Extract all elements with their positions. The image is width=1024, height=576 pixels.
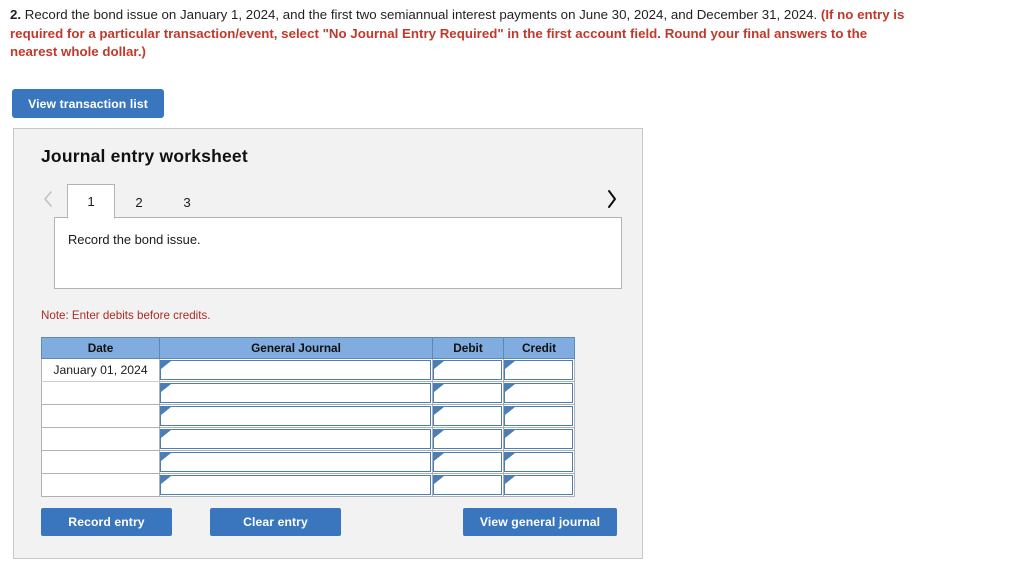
general-journal-cell[interactable] [159,404,433,428]
debit-cell[interactable] [432,450,504,474]
date-cell[interactable] [41,450,160,474]
worksheet-tab-3-label: 3 [183,194,191,210]
debit-input[interactable] [433,475,502,495]
table-header-row: Date General Journal Debit Credit [41,337,575,359]
credit-input[interactable] [504,452,573,472]
debit-cell[interactable] [432,381,504,405]
transaction-description-box: Record the bond issue. [54,217,622,289]
debit-cell[interactable] [432,404,504,428]
chevron-right-icon[interactable] [600,185,622,213]
question-prompt: 2. Record the bond issue on January 1, 2… [10,6,910,62]
date-cell[interactable] [41,381,160,405]
view-general-journal-button[interactable]: View general journal [463,508,617,536]
date-cell[interactable]: January 01, 2024 [41,358,160,382]
table-row [41,404,575,428]
column-header-credit: Credit [503,337,575,359]
general-journal-input[interactable] [160,475,431,495]
column-header-date: Date [41,337,160,359]
debit-input[interactable] [433,383,502,403]
credit-cell[interactable] [503,381,575,405]
table-row [41,450,575,474]
general-journal-input[interactable] [160,429,431,449]
debit-cell[interactable] [432,427,504,451]
debits-before-credits-note: Note: Enter debits before credits. [41,309,211,322]
view-transaction-list-button[interactable]: View transaction list [12,89,164,118]
general-journal-cell[interactable] [159,450,433,474]
debit-input[interactable] [433,452,502,472]
credit-input[interactable] [504,429,573,449]
journal-entry-table: Date General Journal Debit Credit Januar… [41,337,575,497]
worksheet-tabstrip: 1 2 3 [37,182,622,219]
question-number: 2. [10,7,22,22]
clear-entry-button[interactable]: Clear entry [210,508,341,536]
credit-input[interactable] [504,383,573,403]
worksheet-tab-2-label: 2 [135,194,143,210]
general-journal-cell[interactable] [159,381,433,405]
chevron-left-icon[interactable] [37,185,59,213]
table-row [41,473,575,497]
record-entry-button[interactable]: Record entry [41,508,172,536]
worksheet-tabs: 1 2 3 [67,182,211,219]
general-journal-input[interactable] [160,383,431,403]
date-cell[interactable] [41,473,160,497]
worksheet-tab-3[interactable]: 3 [163,185,211,218]
credit-input[interactable] [504,475,573,495]
column-header-debit: Debit [432,337,504,359]
general-journal-input[interactable] [160,452,431,472]
debit-cell[interactable] [432,358,504,382]
credit-cell[interactable] [503,473,575,497]
table-row [41,381,575,405]
worksheet-tab-1-label: 1 [87,194,95,209]
column-header-general-journal: General Journal [159,337,433,359]
credit-input[interactable] [504,360,573,380]
date-cell[interactable] [41,404,160,428]
general-journal-cell[interactable] [159,427,433,451]
question-text: Record the bond issue on January 1, 2024… [21,7,821,22]
general-journal-cell[interactable] [159,473,433,497]
credit-cell[interactable] [503,358,575,382]
debit-input[interactable] [433,360,502,380]
general-journal-input[interactable] [160,360,431,380]
table-row: January 01, 2024 [41,358,575,382]
debit-input[interactable] [433,406,502,426]
transaction-description-text: Record the bond issue. [68,232,201,247]
credit-cell[interactable] [503,404,575,428]
worksheet-tab-2[interactable]: 2 [115,185,163,218]
journal-entry-worksheet-panel: Journal entry worksheet 1 2 3 Record the… [13,128,643,559]
credit-input[interactable] [504,406,573,426]
table-row [41,427,575,451]
credit-cell[interactable] [503,450,575,474]
credit-cell[interactable] [503,427,575,451]
debit-cell[interactable] [432,473,504,497]
general-journal-input[interactable] [160,406,431,426]
worksheet-tab-1[interactable]: 1 [67,184,115,219]
debit-input[interactable] [433,429,502,449]
general-journal-cell[interactable] [159,358,433,382]
date-cell[interactable] [41,427,160,451]
worksheet-title: Journal entry worksheet [41,146,248,166]
